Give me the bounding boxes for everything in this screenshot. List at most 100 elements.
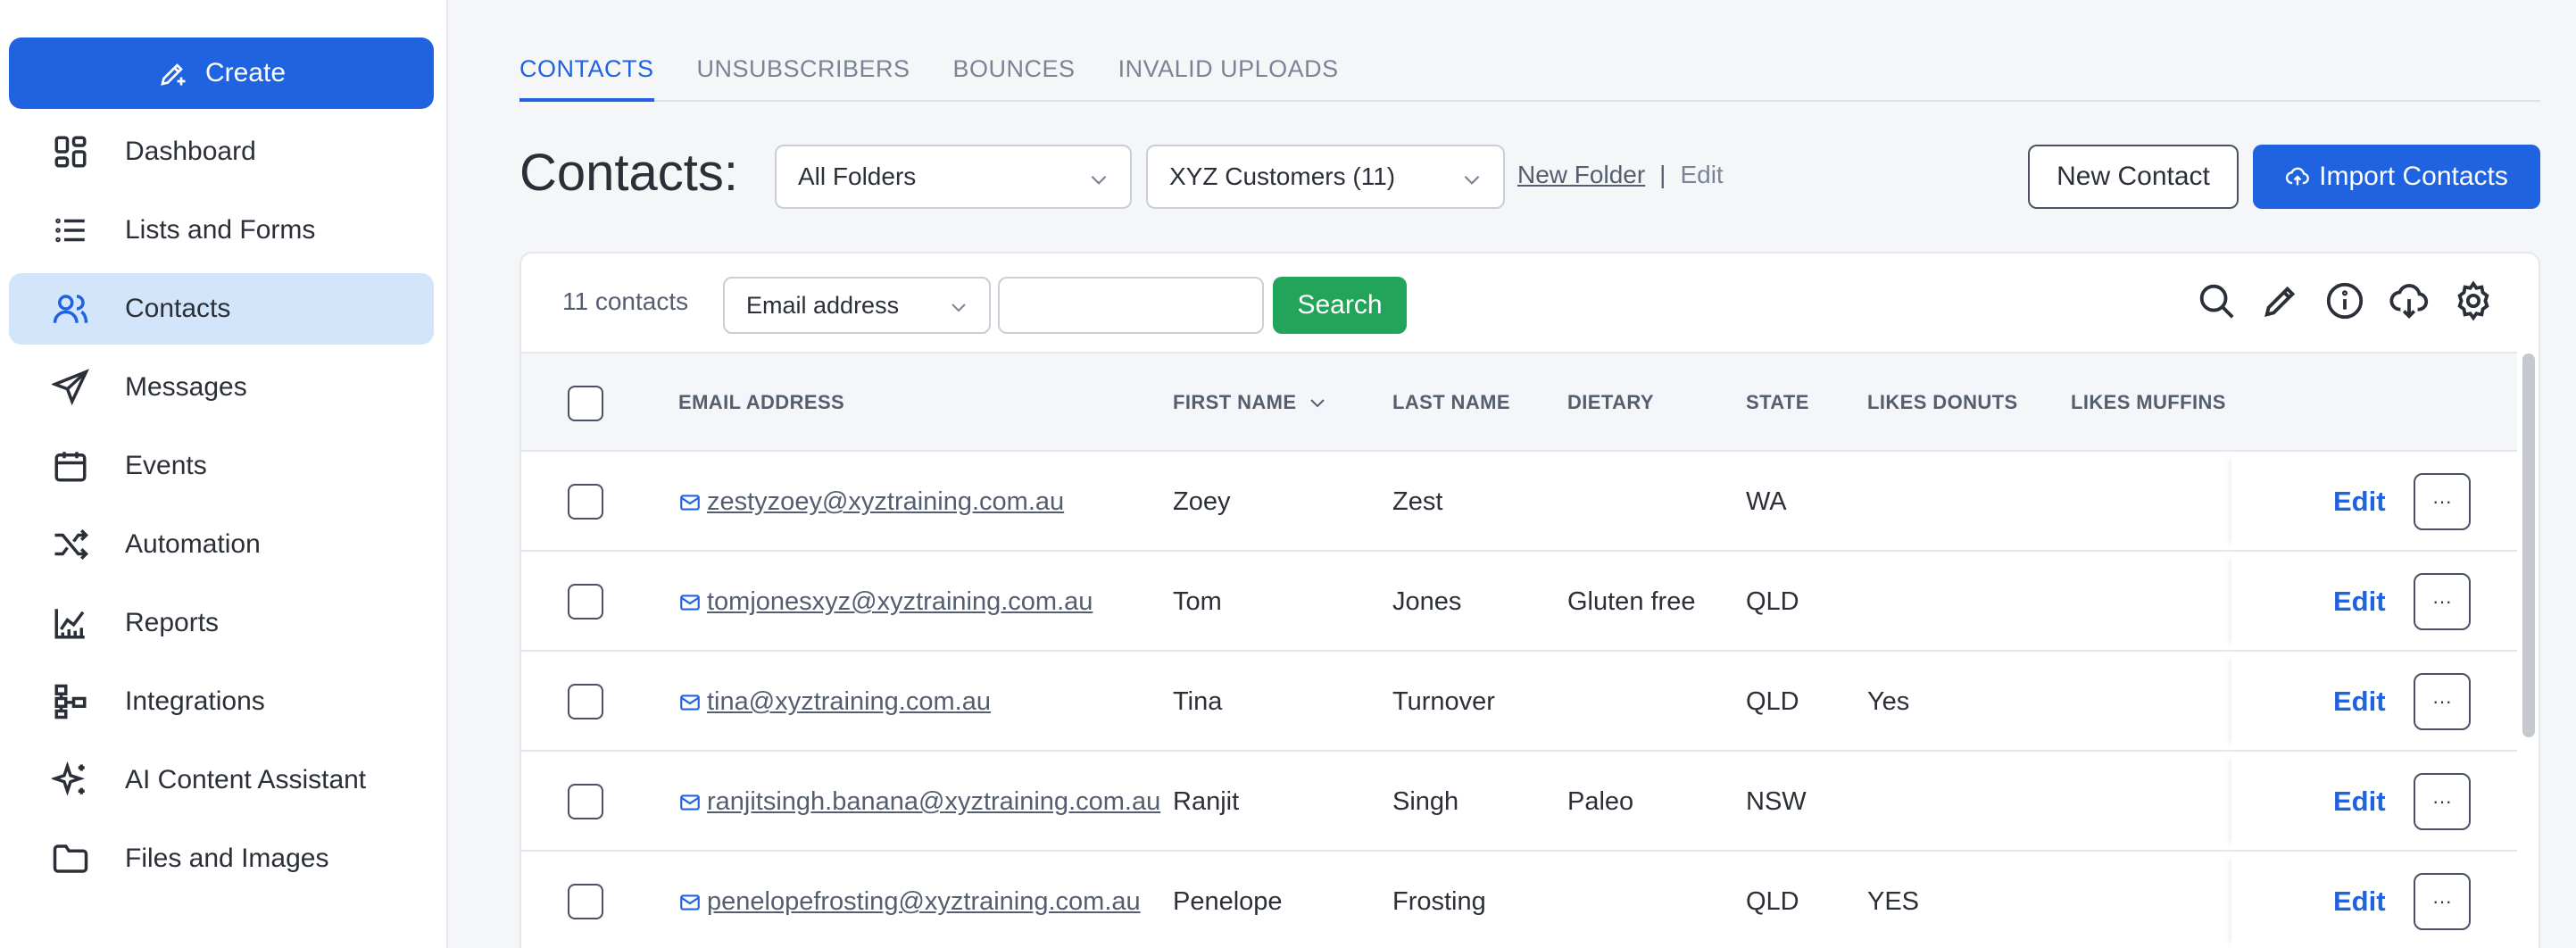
row-checkbox[interactable] (568, 484, 603, 520)
edit-folder-link[interactable]: Edit (1680, 161, 1723, 189)
more-options-button[interactable]: ··· (2414, 773, 2471, 830)
integrations-icon (54, 684, 87, 719)
sidebar-item-files-and-images[interactable]: Files and Images (9, 823, 434, 894)
table-toolbar: 11 contacts Email address Search (521, 254, 2539, 352)
email-cell: zestyzoey@xyztraining.com.au (678, 487, 1064, 517)
tab-invalid-uploads[interactable]: INVALID UPLOADS (1118, 52, 1339, 102)
sidebar-item-label: Files and Images (125, 844, 329, 873)
tab-bounces[interactable]: BOUNCES (953, 52, 1076, 102)
sidebar-item-integrations[interactable]: Integrations (9, 666, 434, 737)
sidebar-item-contacts[interactable]: Contacts (9, 273, 434, 345)
last-name-cell: Singh (1392, 787, 1459, 816)
likes-donuts-cell: Yes (1867, 687, 1910, 716)
email-link[interactable]: tomjonesxyz@xyztraining.com.au (707, 587, 1093, 617)
link-separator: | (1659, 161, 1666, 188)
cloud-upload-icon (2286, 167, 2309, 186)
row-checkbox[interactable] (568, 884, 603, 919)
sidebar-item-events[interactable]: Events (9, 430, 434, 502)
sidebar-item-reports[interactable]: Reports (9, 587, 434, 659)
column-header-email[interactable]: EMAIL ADDRESS (678, 391, 844, 414)
column-header-state[interactable]: STATE (1746, 391, 1809, 414)
sidebar-item-label: Messages (125, 372, 247, 402)
row-checkbox[interactable] (568, 584, 603, 620)
list-icon (55, 218, 85, 243)
edit-row-link[interactable]: Edit (2333, 586, 2386, 618)
more-options-button[interactable]: ··· (2414, 673, 2471, 730)
search-field-select[interactable]: Email address (723, 277, 991, 334)
info-icon[interactable] (2324, 280, 2365, 321)
calendar-icon (54, 452, 87, 482)
shuffle-icon (54, 529, 88, 560)
table-row[interactable]: zestyzoey@xyztraining.com.au Zoey Zest W… (521, 452, 2517, 552)
column-header-likes-donuts[interactable]: LIKES DONUTS (1867, 391, 2018, 414)
table-row[interactable]: tomjonesxyz@xyztraining.com.au Tom Jones… (521, 552, 2517, 652)
contacts-panel: 11 contacts Email address Search EMAIL A… (519, 252, 2540, 948)
contacts-count: 11 contacts (562, 287, 689, 315)
main-content: CONTACTS UNSUBSCRIBERS BOUNCES INVALID U… (448, 0, 2576, 948)
import-contacts-label: Import Contacts (2319, 162, 2508, 191)
tab-contacts[interactable]: CONTACTS (519, 52, 654, 102)
column-header-first-name[interactable]: FIRST NAME (1173, 391, 1326, 414)
column-header-likes-muffins[interactable]: LIKES MUFFINS (2071, 391, 2226, 414)
edit-row-link[interactable]: Edit (2333, 486, 2386, 518)
column-header-dietary[interactable]: DIETARY (1567, 391, 1654, 414)
folder-select[interactable]: All Folders (775, 145, 1132, 209)
email-cell: ranjitsingh.banana@xyztraining.com.au (678, 787, 1160, 817)
new-folder-link[interactable]: New Folder (1517, 161, 1645, 189)
pencil-icon[interactable] (2260, 280, 2301, 321)
cloud-download-icon[interactable] (2389, 280, 2430, 321)
contacts-icon (53, 295, 88, 323)
row-checkbox[interactable] (568, 784, 603, 819)
edit-row-link[interactable]: Edit (2333, 886, 2386, 918)
table-tools (2196, 280, 2494, 321)
gear-icon[interactable] (2453, 280, 2494, 321)
import-contacts-button[interactable]: Import Contacts (2253, 145, 2540, 209)
more-options-button[interactable]: ··· (2414, 573, 2471, 630)
table-row[interactable]: ranjitsingh.banana@xyztraining.com.au Ra… (521, 752, 2517, 852)
column-header-label: FIRST NAME (1173, 391, 1297, 413)
search-field-value: Email address (746, 291, 900, 319)
email-link[interactable]: tina@xyztraining.com.au (707, 687, 991, 717)
email-link[interactable]: zestyzoey@xyztraining.com.au (707, 487, 1064, 517)
new-contact-button[interactable]: New Contact (2028, 145, 2239, 209)
folder-icon (53, 844, 88, 873)
sidebar-item-lists-and-forms[interactable]: Lists and Forms (9, 195, 434, 266)
last-name-cell: Jones (1392, 587, 1462, 616)
more-options-button[interactable]: ··· (2414, 473, 2471, 530)
row-actions: Edit ··· (2231, 752, 2517, 850)
envelope-icon (680, 894, 700, 911)
more-options-button[interactable]: ··· (2414, 873, 2471, 930)
select-all-checkbox[interactable] (568, 386, 603, 421)
vertical-scrollbar[interactable] (2522, 353, 2535, 737)
sidebar-item-messages[interactable]: Messages (9, 352, 434, 423)
edit-row-link[interactable]: Edit (2333, 786, 2386, 818)
column-header-last-name[interactable]: LAST NAME (1392, 391, 1510, 414)
search-icon[interactable] (2196, 280, 2237, 321)
table-row[interactable]: tina@xyztraining.com.au Tina Turnover QL… (521, 652, 2517, 752)
chevron-down-icon (1091, 175, 1107, 185)
state-cell: QLD (1746, 587, 1799, 616)
row-checkbox[interactable] (568, 684, 603, 719)
sidebar-item-label: Integrations (125, 686, 265, 716)
sidebar-nav: Dashboard Lists and Forms Contacts Messa… (9, 116, 434, 902)
tab-unsubscribers[interactable]: UNSUBSCRIBERS (697, 52, 910, 102)
search-button[interactable]: Search (1273, 277, 1407, 334)
sidebar-item-automation[interactable]: Automation (9, 509, 434, 580)
dashboard-icon (54, 136, 87, 168)
sidebar-item-dashboard[interactable]: Dashboard (9, 116, 434, 187)
envelope-icon (680, 694, 700, 711)
email-link[interactable]: penelopefrosting@xyztraining.com.au (707, 887, 1141, 917)
create-button[interactable]: Create (9, 37, 434, 109)
chevron-down-icon (951, 304, 966, 312)
table-row[interactable]: penelopefrosting@xyztraining.com.au Pene… (521, 852, 2517, 948)
search-input[interactable] (998, 277, 1264, 334)
email-link[interactable]: ranjitsingh.banana@xyztraining.com.au (707, 787, 1160, 817)
email-cell: tomjonesxyz@xyztraining.com.au (678, 587, 1093, 617)
sidebar-item-ai-content-assistant[interactable]: AI Content Assistant (9, 744, 434, 816)
edit-row-link[interactable]: Edit (2333, 686, 2386, 718)
dietary-cell: Paleo (1567, 787, 1634, 816)
sparkle-icon (52, 761, 86, 796)
last-name-cell: Frosting (1392, 887, 1486, 916)
folder-links: New Folder | Edit (1517, 161, 1724, 189)
list-select[interactable]: XYZ Customers (11) (1146, 145, 1505, 209)
